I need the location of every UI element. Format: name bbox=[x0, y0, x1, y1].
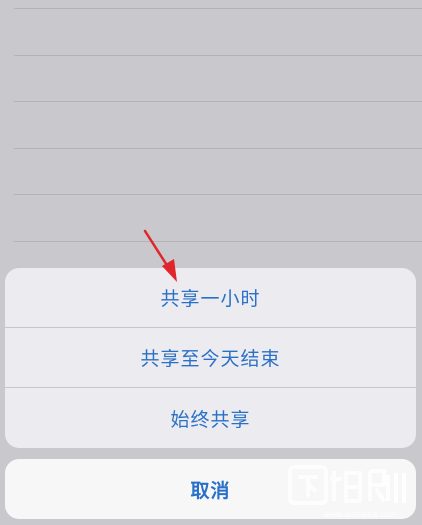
red-arrow-icon bbox=[143, 229, 177, 282]
